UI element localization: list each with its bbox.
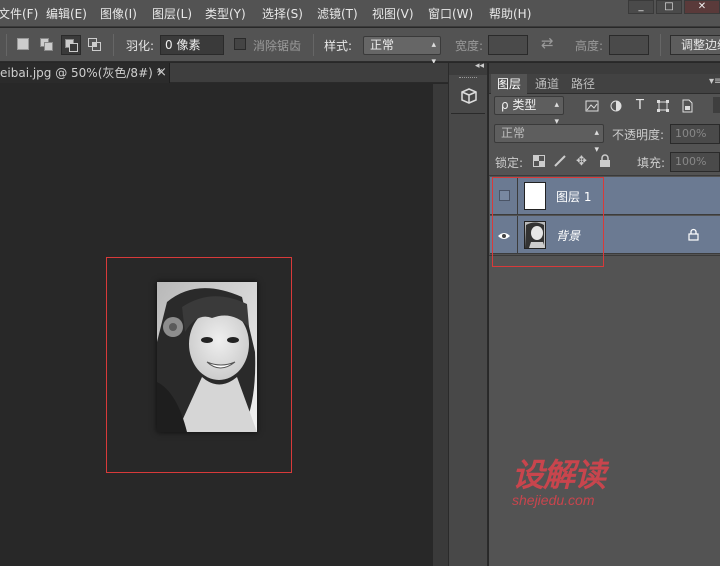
annotation-box-layers [492, 177, 604, 267]
opacity-label: 不透明度: [612, 128, 665, 142]
menu-bar: 文件(F) 编辑(E) 图像(I) 图层(L) 类型(Y) 选择(S) 滤镜(T… [0, 0, 720, 27]
options-bar: 羽化: 0 像素 消除锯齿 样式: 正常 ▴▾ 宽度: ⇄ 高度: 调整边缘 [0, 28, 720, 67]
menu-help[interactable]: 帮助(H) [489, 5, 531, 22]
panel-header: ◂◂ [475, 61, 720, 74]
blend-mode-value: 正常 [501, 126, 526, 140]
menu-select[interactable]: 选择(S) [262, 5, 303, 22]
feather-input[interactable]: 0 像素 [160, 35, 224, 55]
lock-label: 锁定: [495, 156, 524, 170]
panel-menu-icon[interactable]: ▾≡ [709, 76, 720, 87]
document-tab[interactable]: eibai.jpg @ 50%(灰色/8#) * [0, 63, 170, 83]
new-selection-icon[interactable] [17, 38, 29, 50]
refine-edge-button[interactable]: 调整边缘 [670, 35, 720, 55]
document-tab-title: eibai.jpg @ 50%(灰色/8#) * [0, 66, 163, 80]
lock-icon [688, 228, 699, 244]
minimize-button[interactable]: _ [628, 0, 654, 14]
subtract-from-selection-icon[interactable] [61, 35, 81, 55]
menu-edit[interactable]: 编辑(E) [46, 5, 87, 22]
intersect-selection-icon[interactable] [88, 38, 101, 51]
menu-image[interactable]: 图像(I) [100, 5, 137, 22]
filter-toggle[interactable] [713, 97, 720, 113]
tab-paths[interactable]: 路径 [565, 74, 601, 94]
fill-label: 填充: [637, 156, 666, 170]
close-tab-icon[interactable]: × [156, 65, 167, 80]
swap-arrows-icon[interactable]: ⇄ [541, 34, 554, 52]
smart-object-filter-icon[interactable] [680, 99, 694, 113]
divider [451, 113, 485, 114]
menu-view[interactable]: 视图(V) [372, 5, 414, 22]
menu-window[interactable]: 窗口(W) [428, 5, 473, 22]
divider [113, 34, 114, 56]
layer-filter-dropdown[interactable]: ρ 类型 ▴ ▾ [494, 96, 564, 127]
opacity-input[interactable]: 100% [670, 124, 720, 144]
divider [489, 175, 720, 176]
antialias-label: 消除锯齿 [253, 39, 302, 53]
3d-panel-icon[interactable] [460, 87, 478, 105]
close-window-button[interactable]: ✕ [684, 0, 720, 14]
menu-filter[interactable]: 滤镜(T) [317, 5, 358, 22]
style-dropdown[interactable]: 正常 ▴ ▾ [363, 36, 441, 67]
divider [6, 34, 7, 56]
add-to-selection-icon[interactable] [40, 38, 53, 51]
vertical-scrollbar[interactable] [433, 84, 448, 566]
adjustment-layer-filter-icon[interactable] [609, 99, 623, 113]
width-input[interactable] [488, 35, 528, 55]
maximize-button[interactable]: □ [656, 0, 682, 14]
width-label: 宽度: [455, 39, 484, 53]
collapse-icon[interactable]: ◂◂ [475, 61, 484, 71]
menu-layer[interactable]: 图层(L) [152, 5, 192, 22]
blend-mode-dropdown[interactable]: 正常 ▴ ▾ [494, 124, 604, 155]
document-tab-bar: eibai.jpg @ 50%(灰色/8#) * × [0, 63, 448, 83]
feather-label: 羽化: [126, 39, 155, 53]
layer-filter-value: ρ 类型 [501, 98, 537, 112]
tab-layers[interactable]: 图层 [491, 74, 528, 94]
menu-file[interactable]: 文件(F) [0, 5, 38, 22]
pixel-layer-filter-icon[interactable] [585, 99, 599, 113]
antialias-checkbox[interactable] [234, 38, 246, 50]
panel-dock [448, 63, 488, 566]
fill-input[interactable]: 100% [670, 152, 720, 172]
height-input[interactable] [609, 35, 649, 55]
annotation-box-canvas [106, 257, 292, 473]
menu-type[interactable]: 类型(Y) [205, 5, 246, 22]
type-layer-filter-icon[interactable]: T [633, 99, 647, 113]
lock-transparent-icon[interactable] [533, 155, 545, 170]
panel-tabs: 图层 通道 路径 ▾≡ [489, 74, 720, 94]
dock-grip[interactable] [459, 77, 477, 79]
tab-channels[interactable]: 通道 [529, 74, 565, 94]
style-label: 样式: [324, 39, 353, 53]
lock-position-move-icon[interactable]: ✥ [576, 154, 587, 169]
shape-layer-filter-icon[interactable] [656, 99, 670, 113]
watermark-brand: 设解读 [512, 456, 606, 494]
watermark-url: shejiedu.com [512, 492, 595, 508]
divider [313, 34, 314, 56]
style-value: 正常 [370, 38, 395, 52]
lock-all-icon[interactable] [599, 154, 611, 171]
lock-pixels-brush-icon[interactable] [553, 154, 567, 171]
divider [660, 34, 661, 56]
height-label: 高度: [575, 39, 604, 53]
watermark-logo: 设解读 shejiedu.com [512, 456, 606, 508]
